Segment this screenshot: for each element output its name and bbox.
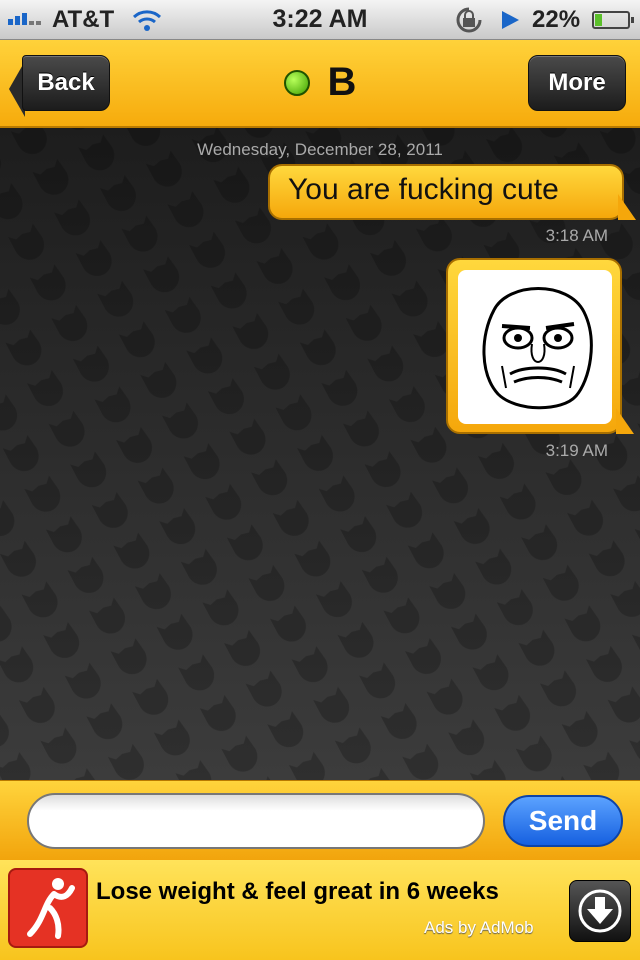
send-button[interactable]: Send [503, 795, 623, 847]
download-arrow-icon[interactable] [569, 880, 631, 942]
message-input[interactable] [27, 793, 485, 849]
battery-percent: 22% [532, 6, 581, 33]
bubble-tail [618, 194, 636, 220]
ad-headline[interactable]: Lose weight & feel great in 6 weeks [96, 878, 499, 906]
conversation-date: Wednesday, December 28, 2011 [197, 140, 443, 159]
battery-icon [592, 11, 634, 29]
message-time: 3:19 AM [545, 441, 608, 460]
me-gusta-face-image[interactable] [458, 270, 612, 424]
message-text: You are fucking cute [288, 173, 559, 206]
chat-title: B [327, 60, 357, 104]
message-time: 3:18 AM [545, 226, 608, 245]
fitness-logo-icon[interactable] [8, 868, 88, 948]
image-message-bubble[interactable] [446, 258, 634, 434]
navigation-bar: Back B More [0, 40, 640, 128]
bubble-tail [616, 408, 634, 434]
background-mask-pattern [0, 128, 640, 780]
rotation-lock-icon [456, 7, 482, 33]
message-composer: Send [0, 780, 640, 860]
message-bubble[interactable]: You are fucking cute [268, 164, 636, 220]
more-button[interactable]: More [528, 55, 626, 111]
online-dot-icon [283, 69, 310, 96]
status-bar: AT&T 3:22 AM 22% [0, 0, 640, 40]
ad-banner[interactable]: Lose weight & feel great in 6 weeks Ads … [0, 860, 640, 960]
ad-attribution: Ads by AdMob [424, 918, 534, 937]
play-icon [502, 11, 519, 29]
chat-thread[interactable]: Wednesday, December 28, 2011 You are fuc… [0, 128, 640, 780]
